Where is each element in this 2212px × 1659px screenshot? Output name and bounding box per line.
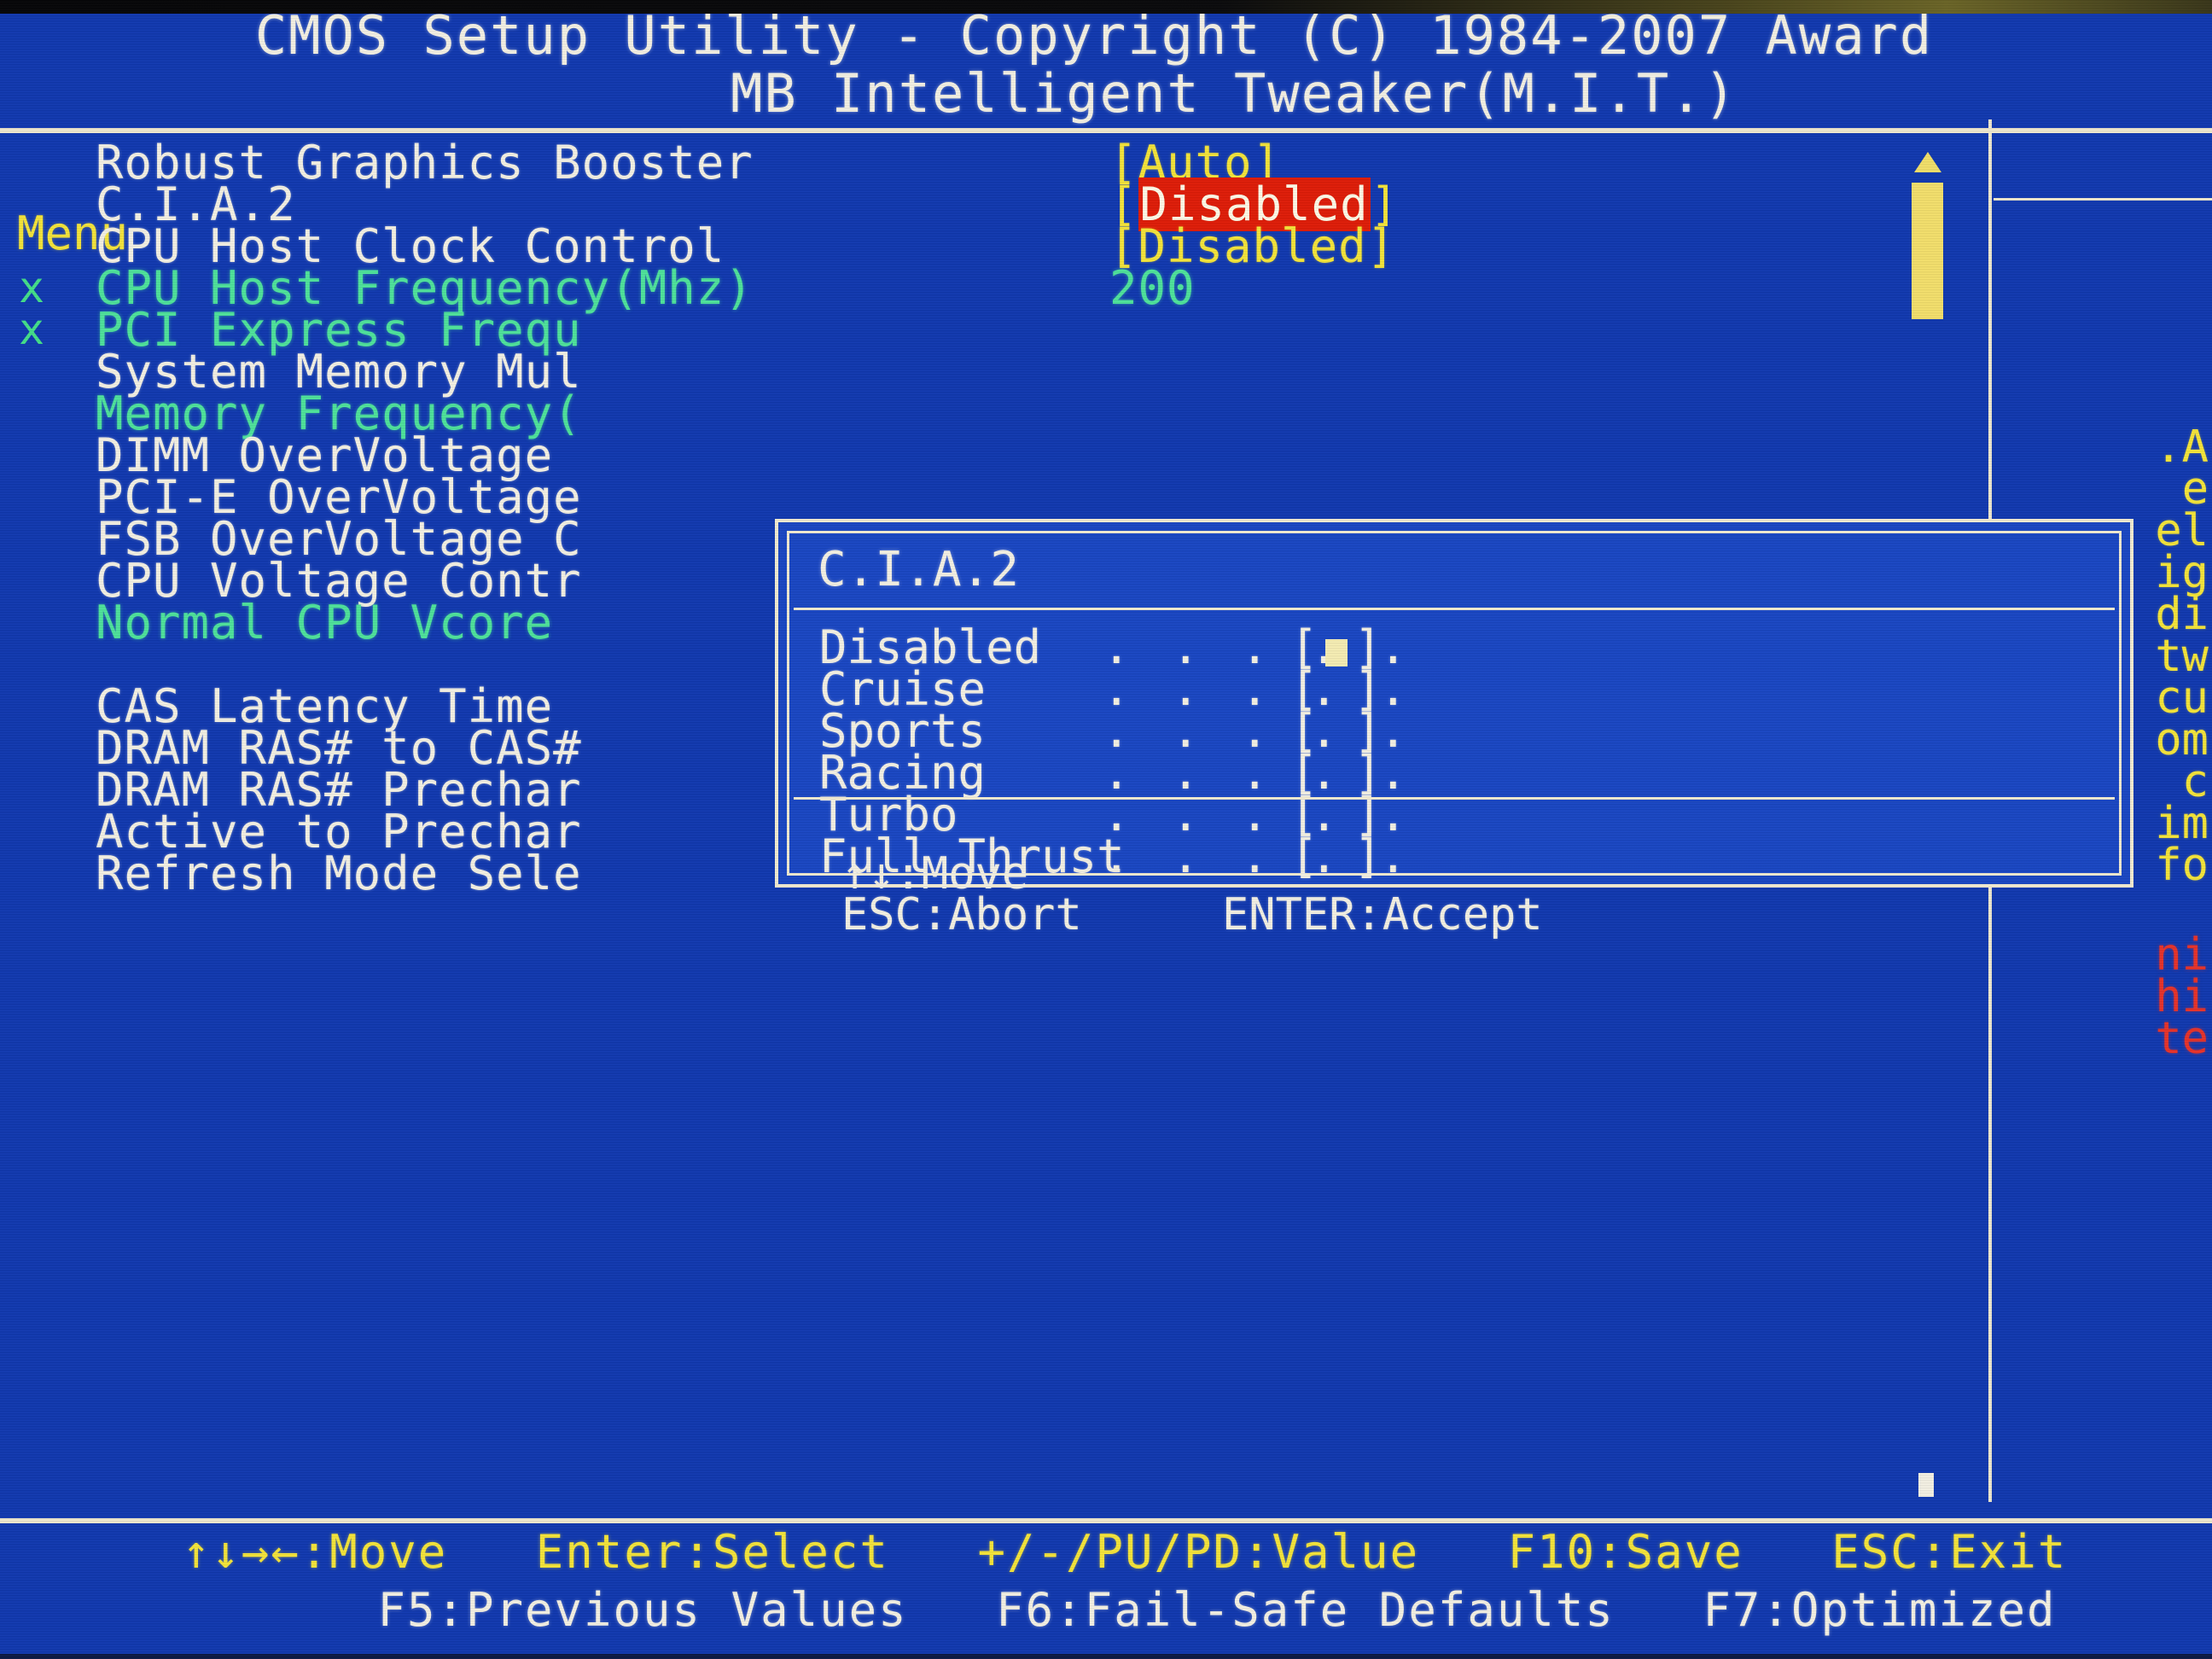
option-label: Normal CPU Vcore: [96, 596, 554, 649]
title-line-copyright: CMOS Setup Utility - Copyright (C) 1984-…: [254, 4, 1934, 67]
dialog-footer-row-2: ESC:Abort: [778, 853, 2137, 937]
dialog-footer-row-1: ↑↓:Move ENTER:Accept: [778, 812, 2137, 937]
status-bar: ↑↓→←:Move Enter:Select +/-/PU/PD:Value F…: [0, 1517, 2212, 1654]
option-disabled-marker-icon: x: [19, 263, 46, 312]
help-text-line: .A: [2155, 422, 2209, 473]
dialog-key-accept: ENTER:Accept: [1222, 889, 1543, 940]
scroll-up-arrow-icon[interactable]: [1914, 152, 1941, 172]
option-value[interactable]: 200: [1109, 265, 1196, 311]
dialog-frame: C.I.A.2 Disabled. . . . .[] Cruise. . . .…: [775, 519, 2133, 937]
screen-bezel-top: [0, 0, 2212, 14]
bios-screen: CMOS Setup Utility - Copyright (C) 1984-…: [0, 0, 2212, 1659]
help-warning-line: te: [2155, 1013, 2209, 1064]
dialog-footer-divider: [794, 797, 2115, 800]
dialog-footer: ↑↓:Move ENTER:Accept ESC:Abort: [778, 812, 2137, 937]
option-label: Refresh Mode Sele: [96, 847, 582, 900]
scrollbar-thumb[interactable]: [1912, 183, 1943, 319]
help-warning-line: ni: [2155, 929, 2209, 981]
dialog-title-divider: [794, 608, 2115, 610]
help-text-line: e: [2181, 463, 2209, 515]
screen-bezel-bottom: [0, 1654, 2212, 1659]
right-panel-divider: [1994, 198, 2212, 201]
page-title: CMOS Setup Utility - Copyright (C) 1984-…: [0, 7, 2212, 123]
help-warning-line: hi: [2155, 971, 2209, 1022]
option-disabled-marker-icon: x: [19, 305, 46, 354]
cia2-selection-dialog[interactable]: C.I.A.2 Disabled. . . . .[] Cruise. . . .…: [775, 519, 2133, 937]
dialog-key-abort: ESC:Abort: [841, 889, 1082, 940]
scroll-down-marker-icon[interactable]: [1918, 1473, 1934, 1497]
dialog-option-racing[interactable]: Racing. . . . .[]: [778, 750, 2137, 796]
statusbar-line-navigation: ↑↓→←:Move Enter:Select +/-/PU/PD:Value F…: [182, 1525, 2068, 1579]
title-line-section: MB Intelligent Tweaker(M.I.T.): [731, 62, 1738, 125]
dialog-title: C.I.A.2: [818, 542, 1020, 597]
statusbar-line-functions: F5:Previous Values F6:Fail-Safe Defaults…: [377, 1583, 2057, 1637]
